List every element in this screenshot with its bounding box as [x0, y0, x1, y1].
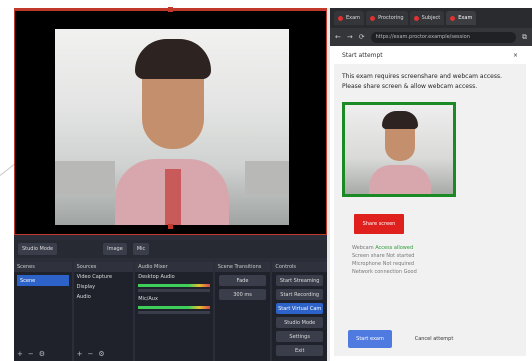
favicon-icon — [370, 15, 376, 21]
share-screen-button[interactable]: Share screen — [354, 214, 404, 234]
instructions: This exam requires screenshare and webca… — [342, 72, 520, 92]
status-line: Webcam Access allowed — [352, 245, 414, 251]
close-icon[interactable]: × — [513, 52, 518, 59]
url-field[interactable]: https://exam.proctor.example/session — [370, 31, 516, 43]
volume-slider[interactable] — [138, 311, 210, 314]
preview-canvas[interactable] — [14, 7, 327, 235]
mixer-track-name: Desktop Audio — [138, 274, 175, 280]
back-icon[interactable]: ← — [335, 33, 341, 41]
status-line: Screen share Not started — [352, 253, 415, 259]
tab-label: Proctoring — [378, 15, 404, 21]
add-icon[interactable]: + — [17, 350, 23, 358]
browser-tab[interactable]: Proctoring — [366, 11, 408, 25]
settings-icon[interactable]: ⚙ — [39, 350, 45, 358]
exam-panel: Start attempt × This exam requires scree… — [334, 46, 526, 356]
tab-label: Subject — [421, 15, 441, 21]
settings-button[interactable]: Settings — [276, 331, 323, 342]
tab-label: Exam — [458, 15, 473, 21]
dock-title: Scene Transitions — [214, 262, 271, 272]
scene-item[interactable]: Scene — [17, 275, 69, 286]
studio-mode-button[interactable]: Studio Mode — [276, 317, 323, 328]
panel-title: Start attempt — [342, 51, 383, 59]
virtual-cam-button[interactable]: Start Virtual Cam — [276, 303, 323, 314]
source-item[interactable]: Audio — [74, 292, 134, 302]
forward-icon[interactable]: → — [347, 33, 353, 41]
duration-input[interactable]: 300 ms — [218, 289, 267, 300]
preview-toolbar: Studio Mode Image Mic — [14, 240, 327, 258]
instruction-line: This exam requires screenshare and webca… — [342, 73, 503, 80]
resize-handle[interactable] — [168, 224, 173, 229]
tab-strip: Exam Proctoring Subject Exam — [330, 8, 532, 28]
remove-icon[interactable]: − — [88, 350, 94, 358]
source-item[interactable]: Display — [74, 282, 134, 292]
person-shirt — [369, 165, 431, 194]
remove-icon[interactable]: − — [28, 350, 34, 358]
add-icon[interactable]: + — [77, 350, 83, 358]
browser-tab[interactable]: Exam — [334, 11, 365, 25]
mixer-track-name: Mic/Aux — [138, 296, 158, 302]
status-line: Network connection Good — [352, 269, 417, 275]
resize-handle[interactable] — [168, 7, 173, 12]
instruction-line: Please share screen & allow webcam acces… — [342, 83, 478, 90]
bookshelf — [55, 161, 115, 195]
scenes-dock: Scenes Scene + − ⚙ — [14, 262, 72, 361]
audio-mixer-dock: Audio Mixer Desktop Audio Mic/Aux — [135, 262, 213, 361]
toolbar-button[interactable]: Image — [103, 243, 127, 255]
toolbar-button[interactable]: Mic — [132, 243, 150, 255]
obs-window: Studio Mode Image Mic Scenes Scene + − ⚙… — [14, 7, 327, 361]
panel-header: Start attempt × — [334, 46, 526, 64]
start-recording-button[interactable]: Start Recording — [276, 289, 323, 300]
reload-icon[interactable]: ⟳ — [359, 33, 365, 41]
volume-slider[interactable] — [138, 289, 210, 292]
controls-dock: Controls Start Streaming Start Recording… — [272, 262, 327, 361]
favicon-icon — [338, 15, 343, 21]
extensions-icon[interactable]: ⧉ — [522, 33, 527, 42]
dock-footer: + − ⚙ — [77, 350, 105, 358]
sources-dock: Sources Video Capture Display Audio + − … — [73, 262, 134, 361]
browser-window: Exam Proctoring Subject Exam ← → ⟳ https… — [330, 8, 532, 361]
dock-title: Scenes — [14, 262, 72, 272]
cancel-attempt-button[interactable]: Cancel attempt — [404, 330, 464, 348]
favicon-icon — [450, 15, 456, 21]
person-hair — [135, 39, 211, 79]
toolbar-button[interactable]: Studio Mode — [18, 243, 58, 255]
dock-title: Sources — [73, 262, 134, 272]
status-list: Webcam Access allowed Screen share Not s… — [352, 244, 417, 276]
status-line: Microphone Not required — [352, 261, 415, 267]
tab-label: Exam — [346, 15, 361, 21]
address-bar: ← → ⟳ https://exam.proctor.example/sessi… — [330, 28, 532, 46]
browser-tab-active[interactable]: Exam — [446, 11, 477, 25]
browser-tab[interactable]: Subject — [409, 11, 445, 25]
source-item[interactable]: Video Capture — [74, 272, 134, 282]
transitions-dock: Scene Transitions Fade 300 ms — [214, 262, 271, 361]
dock-title: Controls — [272, 262, 327, 272]
webcam-video — [55, 29, 289, 225]
volume-meter — [138, 306, 210, 309]
dock-title: Audio Mixer — [135, 262, 213, 272]
start-streaming-button[interactable]: Start Streaming — [276, 275, 323, 286]
webcam-preview — [342, 102, 456, 197]
bookshelf — [245, 161, 289, 195]
settings-icon[interactable]: ⚙ — [98, 350, 104, 358]
volume-meter — [138, 284, 210, 287]
transition-select[interactable]: Fade — [218, 275, 267, 286]
dock-footer: + − ⚙ — [17, 350, 45, 358]
dock-area: Scenes Scene + − ⚙ Sources Video Capture… — [14, 262, 327, 361]
start-exam-button[interactable]: Start exam — [348, 330, 392, 348]
person-hair — [382, 111, 418, 129]
lanyard — [165, 169, 181, 225]
favicon-icon — [413, 15, 419, 21]
exit-button[interactable]: Exit — [276, 345, 323, 356]
